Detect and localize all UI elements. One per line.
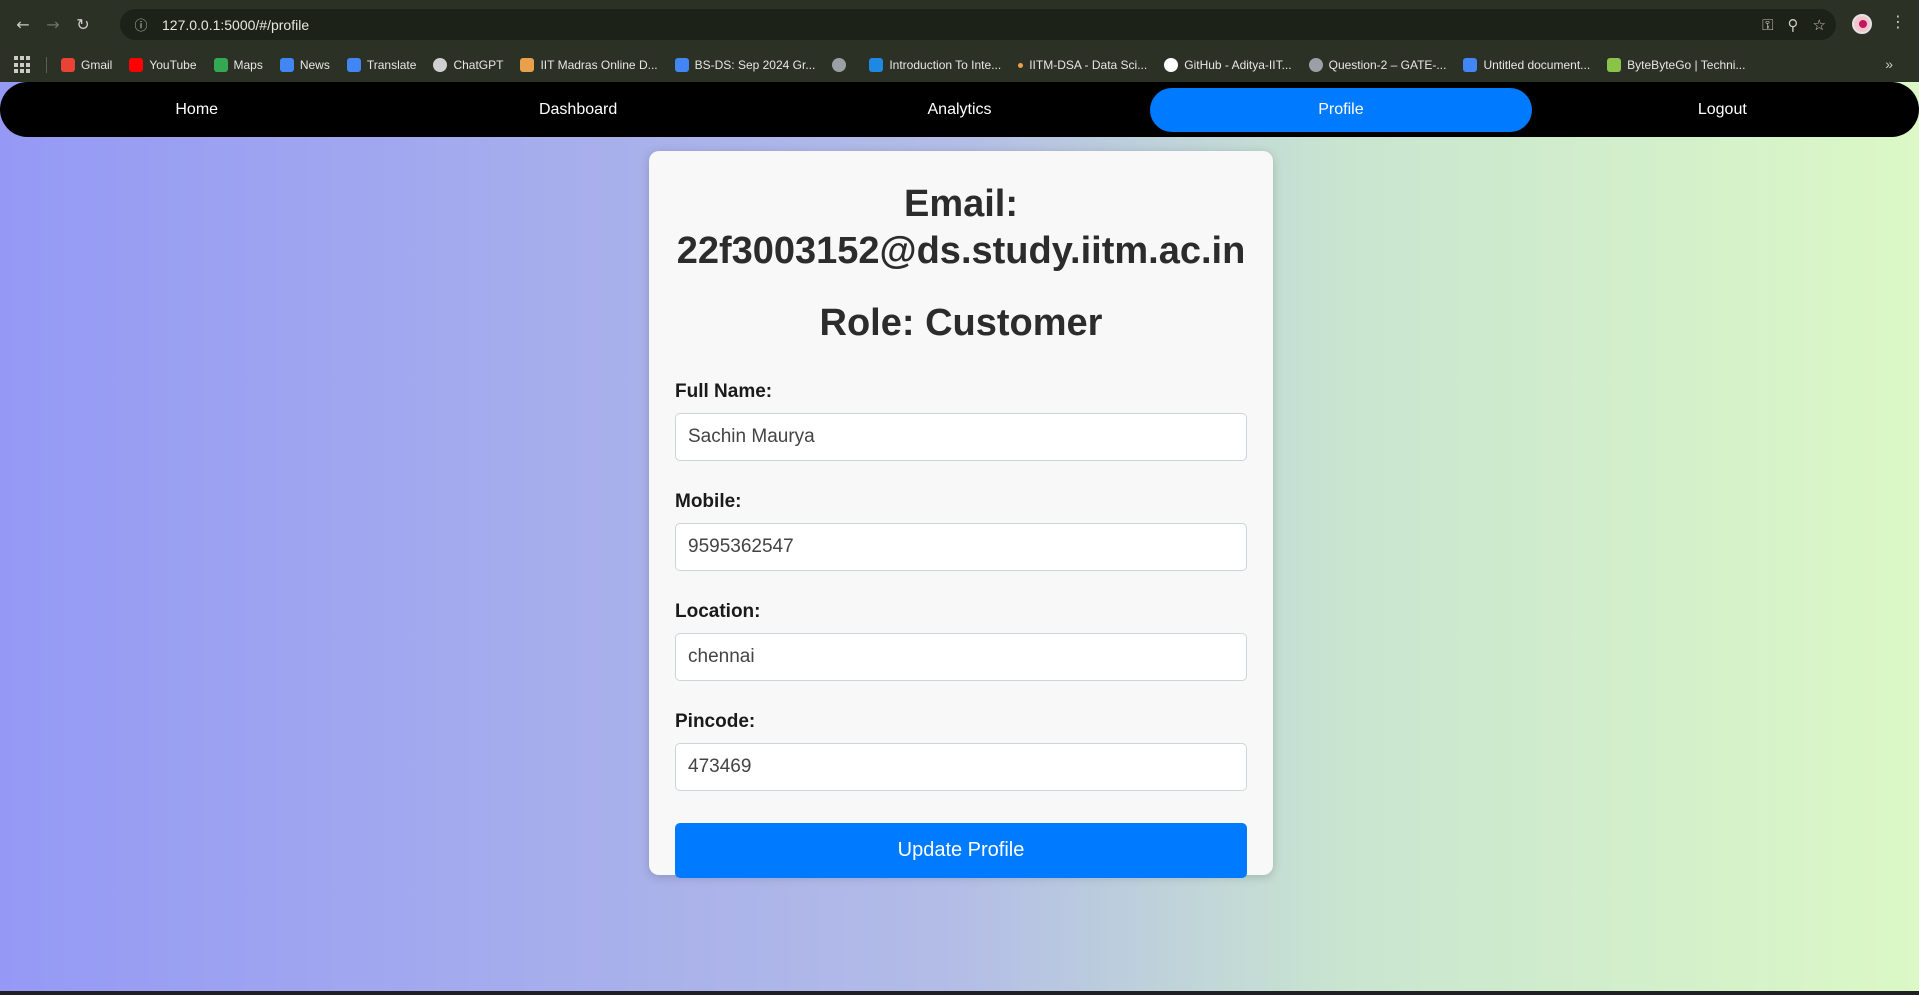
back-icon[interactable]: ←: [8, 9, 38, 39]
reload-icon[interactable]: ↻: [68, 9, 98, 39]
course-icon: [869, 58, 884, 72]
bookmark-label: Gmail: [81, 58, 113, 72]
dot-icon: [1018, 62, 1024, 68]
browser-menu-icon[interactable]: ⋮: [1890, 12, 1906, 31]
pincode-label: Pincode:: [675, 711, 756, 732]
bookmark-label: Maps: [233, 58, 263, 72]
mobile-label: Mobile:: [675, 491, 742, 512]
bookmark-item[interactable]: Maps: [213, 58, 263, 72]
address-row: ← → ↻ ⓘ 127.0.0.1:5000/#/profile ⚿ ⚲ ☆ ⋮: [0, 0, 1919, 48]
globe-icon: [1308, 58, 1323, 72]
email-label: Email:: [903, 183, 1019, 225]
full-name-label: Full Name:: [675, 381, 773, 402]
bookmark-label: IITM-DSA - Data Sci...: [1029, 58, 1148, 72]
bookmark-label: Introduction To Inte...: [889, 58, 1002, 72]
profile-card: Email: 22f3003152@ds.study.iitm.ac.in Ro…: [649, 151, 1273, 878]
site-info-icon[interactable]: ⓘ: [126, 15, 156, 34]
translate-icon: [346, 58, 361, 72]
bookmark-item[interactable]: IITM-DSA - Data Sci...: [1018, 58, 1147, 72]
bookmark-label: Untitled document...: [1483, 58, 1591, 72]
pincode-field[interactable]: [675, 743, 1247, 791]
bookmark-star-icon[interactable]: ☆: [1813, 16, 1826, 34]
bookmark-item[interactable]: GitHub - Aditya-IIT...: [1164, 58, 1292, 72]
nav-dashboard[interactable]: Dashboard: [387, 88, 768, 132]
bookmark-label: YouTube: [149, 58, 197, 72]
more-bookmarks-icon[interactable]: »: [1885, 56, 1893, 72]
address-bar[interactable]: ⓘ 127.0.0.1:5000/#/profile ⚿ ⚲ ☆: [120, 9, 1836, 40]
bookmark-item[interactable]: BS-DS: Sep 2024 Gr...: [674, 58, 816, 72]
bookmark-item[interactable]: YouTube: [129, 58, 197, 72]
bookmark-item[interactable]: Gmail: [61, 58, 112, 72]
bookmark-label: News: [299, 58, 330, 72]
bookmark-item[interactable]: News: [279, 58, 330, 72]
gmail-icon: [61, 58, 75, 72]
news-icon: [279, 58, 294, 72]
nav-analytics[interactable]: Analytics: [769, 88, 1150, 132]
bookmark-label: IIT Madras Online D...: [540, 58, 658, 72]
location-field[interactable]: [675, 633, 1247, 681]
bookmark-item[interactable]: Translate: [346, 58, 417, 72]
browser-chrome: ← → ↻ ⓘ 127.0.0.1:5000/#/profile ⚿ ⚲ ☆ ⋮…: [0, 0, 1919, 82]
nav-home[interactable]: Home: [6, 88, 387, 132]
maps-icon: [213, 58, 228, 72]
bookmark-item[interactable]: ChatGPT: [433, 58, 503, 72]
page-background: Home Dashboard Analytics Profile Logout …: [0, 82, 1919, 995]
nav-profile[interactable]: Profile: [1150, 87, 1532, 132]
role-heading: Role: Customer: [819, 302, 1103, 344]
bookmark-label: ChatGPT: [453, 58, 504, 72]
address-actions: ⚿ ⚲ ☆: [1762, 9, 1826, 40]
email-heading: Email: 22f3003152@ds.study.iitm.ac.in: [675, 181, 1247, 275]
bookmark-label: BS-DS: Sep 2024 Gr...: [694, 58, 816, 72]
update-profile-button[interactable]: Update Profile: [675, 823, 1247, 878]
bookmark-item[interactable]: Question-2 – GATE-...: [1308, 58, 1447, 72]
zoom-icon[interactable]: ⚲: [1788, 16, 1799, 34]
github-icon: [1164, 58, 1179, 72]
nav-logout[interactable]: Logout: [1532, 88, 1913, 132]
iitm-icon: [520, 58, 535, 72]
bookmark-item[interactable]: IIT Madras Online D...: [520, 58, 658, 72]
bookmark-item[interactable]: Introduction To Inte...: [869, 58, 1001, 72]
bookmark-label: Translate: [366, 58, 417, 72]
mobile-field[interactable]: [675, 523, 1247, 571]
bookmark-item[interactable]: ByteByteGo | Techni...: [1607, 58, 1745, 72]
password-key-icon[interactable]: ⚿: [1762, 16, 1773, 34]
youtube-icon: [129, 58, 144, 72]
bookmark-label: GitHub - Aditya-IIT...: [1184, 58, 1292, 72]
chatgpt-icon: [433, 58, 448, 72]
globe-icon: [832, 58, 847, 72]
docs-icon: [674, 58, 689, 72]
window-bottom-edge: [0, 991, 1919, 995]
top-navbar: Home Dashboard Analytics Profile Logout: [0, 82, 1919, 137]
apps-grid-icon[interactable]: [14, 56, 32, 74]
bookmarks-divider: [46, 57, 47, 73]
address-url: 127.0.0.1:5000/#/profile: [162, 16, 310, 33]
docs-icon: [1463, 58, 1478, 72]
bookmark-label: Question-2 – GATE-...: [1328, 58, 1447, 72]
bookmark-item[interactable]: [832, 58, 852, 72]
bookmark-item[interactable]: Untitled document...: [1463, 58, 1590, 72]
bytebytego-icon: [1607, 58, 1622, 72]
forward-icon[interactable]: →: [38, 9, 68, 39]
bookmark-label: ByteByteGo | Techni...: [1627, 58, 1746, 72]
location-label: Location:: [675, 601, 761, 622]
bookmark-list: Gmail YouTube Maps News Translate ChatGPT IIT …: [61, 58, 1762, 72]
email-value: 22f3003152@ds.study.iitm.ac.in: [676, 230, 1246, 272]
bookmarks-bar: Gmail YouTube Maps News Translate ChatGPT IIT …: [0, 48, 1919, 82]
profile-avatar-icon[interactable]: [1852, 14, 1872, 34]
full-name-field[interactable]: [675, 413, 1247, 461]
